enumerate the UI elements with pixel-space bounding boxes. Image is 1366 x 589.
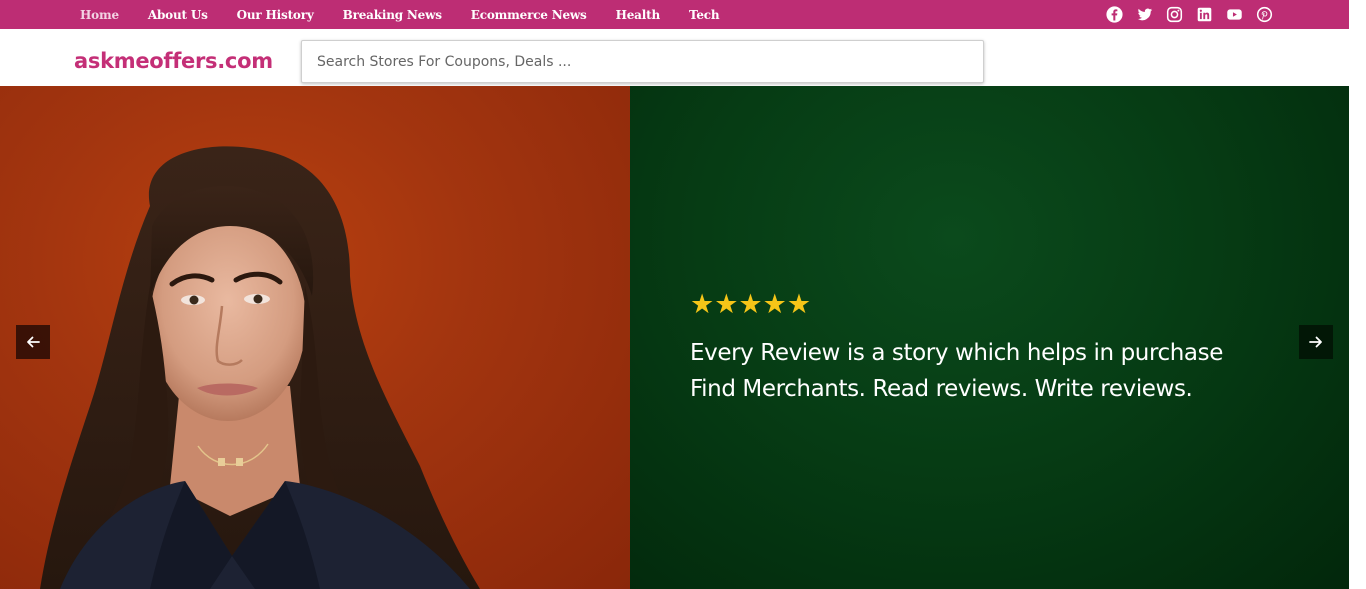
nav-home[interactable]: Home xyxy=(80,8,119,22)
instagram-icon[interactable] xyxy=(1165,5,1184,24)
youtube-icon[interactable] xyxy=(1225,5,1244,24)
nav-tech[interactable]: Tech xyxy=(689,8,720,22)
hero-line-2: Find Merchants. Read reviews. Write revi… xyxy=(690,376,1193,402)
nav-health[interactable]: Health xyxy=(616,8,661,22)
arrow-right-icon xyxy=(1309,336,1322,348)
portrait-photo xyxy=(40,146,480,589)
hero-image-panel xyxy=(0,86,630,589)
nav-breaking-news[interactable]: Breaking News xyxy=(343,8,442,22)
twitter-icon[interactable] xyxy=(1135,5,1154,24)
nav-ecommerce-news[interactable]: Ecommerce News xyxy=(471,8,587,22)
hero-slider: ★★★★★ Every Review is a story which help… xyxy=(0,86,1349,589)
nav-our-history[interactable]: Our History xyxy=(237,8,314,22)
slider-prev-button[interactable] xyxy=(16,325,50,359)
linkedin-icon[interactable] xyxy=(1195,5,1214,24)
facebook-icon[interactable] xyxy=(1105,5,1124,24)
arrow-left-icon xyxy=(27,336,40,348)
hero-tagline: Every Review is a story which helps in p… xyxy=(690,335,1290,407)
site-logo[interactable]: askmeoffers.com xyxy=(74,49,273,73)
rating-stars: ★★★★★ xyxy=(690,290,812,320)
pinterest-icon[interactable] xyxy=(1255,5,1274,24)
top-nav-bar: Home About Us Our History Breaking News … xyxy=(0,0,1349,29)
nav-about-us[interactable]: About Us xyxy=(148,8,208,22)
hero-text-panel: ★★★★★ Every Review is a story which help… xyxy=(630,86,1349,589)
site-header: askmeoffers.com xyxy=(0,29,1349,86)
main-menu: Home About Us Our History Breaking News … xyxy=(80,0,748,29)
hero-line-1: Every Review is a story which helps in p… xyxy=(690,340,1223,366)
star-rating: ★★★★★ xyxy=(690,289,812,320)
slider-next-button[interactable] xyxy=(1299,325,1333,359)
social-links xyxy=(1105,5,1285,24)
store-search-input[interactable] xyxy=(301,40,984,83)
